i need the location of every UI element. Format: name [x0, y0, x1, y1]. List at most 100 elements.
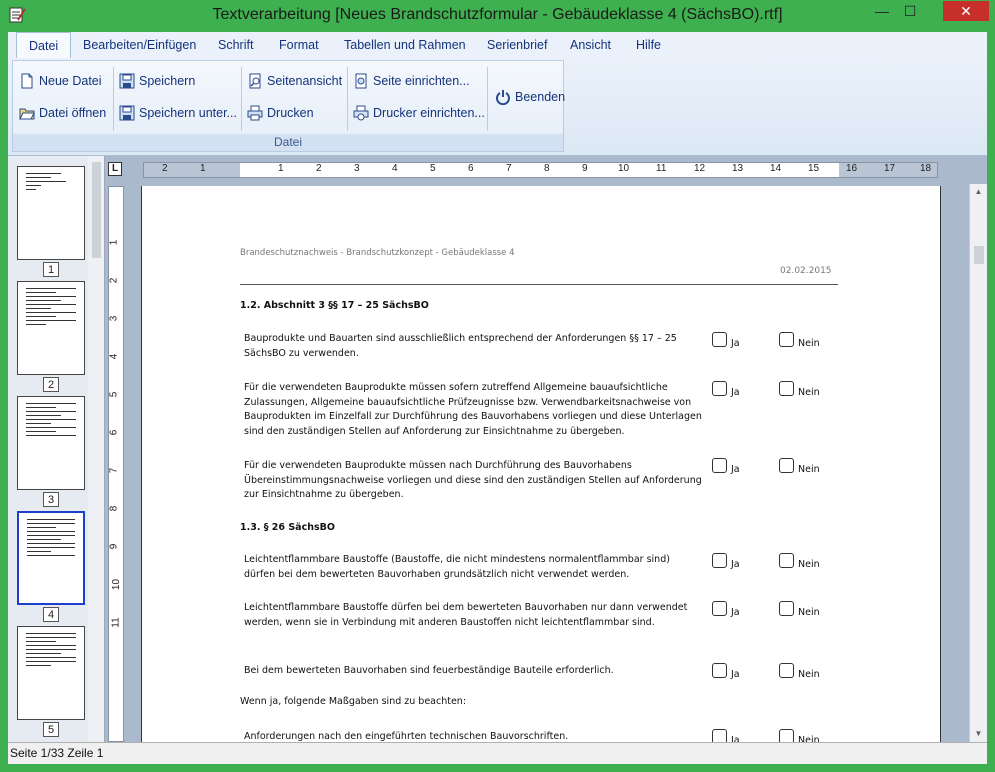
- tab-bearbeiten-einfuegen[interactable]: Bearbeiten/Einfügen: [83, 32, 196, 58]
- page-header: Brandeschutznachweis - Brandschutzkonzep…: [240, 248, 515, 258]
- status-text: Seite 1/33 Zeile 1: [10, 746, 104, 760]
- tab-ansicht[interactable]: Ansicht: [570, 32, 611, 58]
- app-window: Textverarbeitung [Neues Brandschutzformu…: [0, 0, 995, 772]
- minimize-button[interactable]: —: [869, 1, 895, 21]
- ruler-number: 7: [506, 163, 512, 174]
- save-icon: [119, 73, 135, 89]
- page-view-label: Seitenansicht: [267, 74, 343, 88]
- save-as-icon: [119, 105, 135, 121]
- checkbox-ja[interactable]: [712, 601, 727, 616]
- ruler-number: 2: [108, 277, 120, 284]
- section-heading: 1.2. Abschnitt 3 §§ 17 – 25 SächsBO: [240, 300, 429, 311]
- tab-tabellen-und-rahmen[interactable]: Tabellen und Rahmen: [344, 32, 466, 58]
- exit-label: Beenden: [515, 90, 566, 104]
- page-thumbnail-number: 4: [43, 607, 59, 622]
- scroll-up-arrow-icon[interactable]: ▲: [970, 184, 987, 200]
- document-scrollbar[interactable]: ▲ ▼: [969, 184, 987, 742]
- ribbon: Neue Datei Datei öffnen Speichern Speich…: [8, 58, 987, 156]
- checkbox-ja[interactable]: [712, 663, 727, 678]
- page-thumbnail[interactable]: [17, 626, 85, 720]
- ruler-number: 2: [316, 163, 322, 174]
- page-thumbnail-number: 2: [43, 377, 59, 392]
- close-button[interactable]: ✕: [943, 1, 989, 21]
- paragraph[interactable]: Wenn ja, folgende Maßgaben sind zu beach…: [240, 696, 466, 707]
- page-thumbnail[interactable]: [17, 396, 85, 490]
- ruler-number: 10: [618, 163, 630, 174]
- checkbox-label: Ja: [731, 559, 740, 570]
- tab-hilfe[interactable]: Hilfe: [636, 32, 661, 58]
- ruler-number: 15: [808, 163, 820, 174]
- page-thumbnail[interactable]: [17, 166, 85, 260]
- ruler-number: 2: [162, 163, 168, 174]
- checkbox-nein[interactable]: [779, 332, 794, 347]
- maximize-button[interactable]: ☐: [897, 1, 923, 21]
- thumbnail-scrollbar[interactable]: [88, 156, 104, 742]
- scroll-down-arrow-icon[interactable]: ▼: [970, 726, 987, 742]
- title-bar: Textverarbeitung [Neues Brandschutzformu…: [0, 0, 995, 30]
- ruler-number: 8: [108, 505, 120, 512]
- checkbox-nein[interactable]: [779, 601, 794, 616]
- tab-datei[interactable]: Datei: [16, 32, 72, 58]
- checkbox-nein[interactable]: [779, 458, 794, 473]
- scroll-thumb[interactable]: [974, 246, 984, 264]
- ruler-number: 3: [354, 163, 360, 174]
- document-page[interactable]: Brandeschutznachweis - Brandschutzkonzep…: [141, 186, 941, 746]
- ruler-number: 1: [108, 239, 120, 246]
- page-thumbnail-number: 1: [43, 262, 59, 277]
- checkbox-label: Ja: [731, 607, 740, 618]
- page-thumbnail-active[interactable]: [17, 511, 85, 605]
- ribbon-group-label: Datei: [13, 134, 563, 151]
- checkbox-label: Nein: [798, 669, 820, 680]
- ruler-number: 9: [582, 163, 588, 174]
- ruler-left-margin: [144, 163, 240, 177]
- checkbox-ja[interactable]: [712, 458, 727, 473]
- status-bar: Seite 1/33 Zeile 1: [8, 742, 987, 764]
- new-file-label: Neue Datei: [39, 74, 102, 88]
- ruler-number: 1: [278, 163, 284, 174]
- ruler-number: 13: [732, 163, 744, 174]
- checkbox-label: Ja: [731, 669, 740, 680]
- checkbox-ja[interactable]: [712, 332, 727, 347]
- ruler-number: 5: [108, 391, 120, 398]
- tab-serienbrief[interactable]: Serienbrief: [487, 32, 547, 58]
- paragraph[interactable]: Leichtentflammbare Baustoffe dürfen bei …: [244, 601, 704, 630]
- checkbox-label: Nein: [798, 338, 820, 349]
- ruler-number: 5: [430, 163, 436, 174]
- ruler-number: 17: [884, 163, 896, 174]
- paragraph[interactable]: Bei dem bewerteten Bauvorhaben sind feue…: [244, 664, 704, 679]
- tab-schrift[interactable]: Schrift: [218, 32, 253, 58]
- tab-format[interactable]: Format: [279, 32, 319, 58]
- new-file-icon: [21, 73, 33, 89]
- save-as-label: Speichern unter...: [139, 106, 237, 120]
- checkbox-nein[interactable]: [779, 381, 794, 396]
- vertical-ruler[interactable]: 1 2 3 4 5 6 7 8 9 10 11: [108, 186, 124, 742]
- ruler-number: 11: [110, 617, 122, 628]
- paragraph[interactable]: Bauprodukte und Bauarten sind ausschließ…: [244, 332, 704, 361]
- save-label: Speichern: [139, 74, 196, 88]
- ruler-number: 7: [108, 467, 120, 474]
- paragraph[interactable]: Für die verwendeten Bauprodukte müssen n…: [244, 459, 704, 503]
- ruler-number: 6: [468, 163, 474, 174]
- ruler-number: 1: [200, 163, 206, 174]
- checkbox-ja[interactable]: [712, 381, 727, 396]
- tab-stop-selector[interactable]: L: [108, 162, 122, 176]
- checkbox-ja[interactable]: [712, 553, 727, 568]
- page-setup-icon: [355, 73, 367, 89]
- paragraph[interactable]: Für die verwendeten Bauprodukte müssen s…: [244, 381, 704, 439]
- printer-setup-icon: [353, 105, 369, 121]
- ruler-number: 6: [108, 429, 120, 436]
- paragraph[interactable]: Leichtentflammbare Baustoffe (Baustoffe,…: [244, 553, 704, 582]
- ruler-number: 10: [111, 578, 123, 591]
- printer-setup-label: Drucker einrichten...: [373, 106, 485, 120]
- horizontal-ruler[interactable]: 2 1 1 2 3 4 5 6 7 8 9 10 11 12 13 14 15 …: [143, 162, 938, 178]
- page-thumbnail-panel: 1 2 3 4 5: [8, 156, 105, 742]
- page-thumbnail[interactable]: [17, 281, 85, 375]
- checkbox-nein[interactable]: [779, 553, 794, 568]
- checkbox-nein[interactable]: [779, 663, 794, 678]
- ruler-number: 12: [694, 163, 706, 174]
- ruler-number: 11: [656, 163, 667, 174]
- ribbon-group-datei: Neue Datei Datei öffnen Speichern Speich…: [12, 60, 566, 152]
- ribbon-separator: [113, 67, 114, 131]
- power-icon: [496, 90, 510, 105]
- section-heading: 1.3. § 26 SächsBO: [240, 522, 335, 533]
